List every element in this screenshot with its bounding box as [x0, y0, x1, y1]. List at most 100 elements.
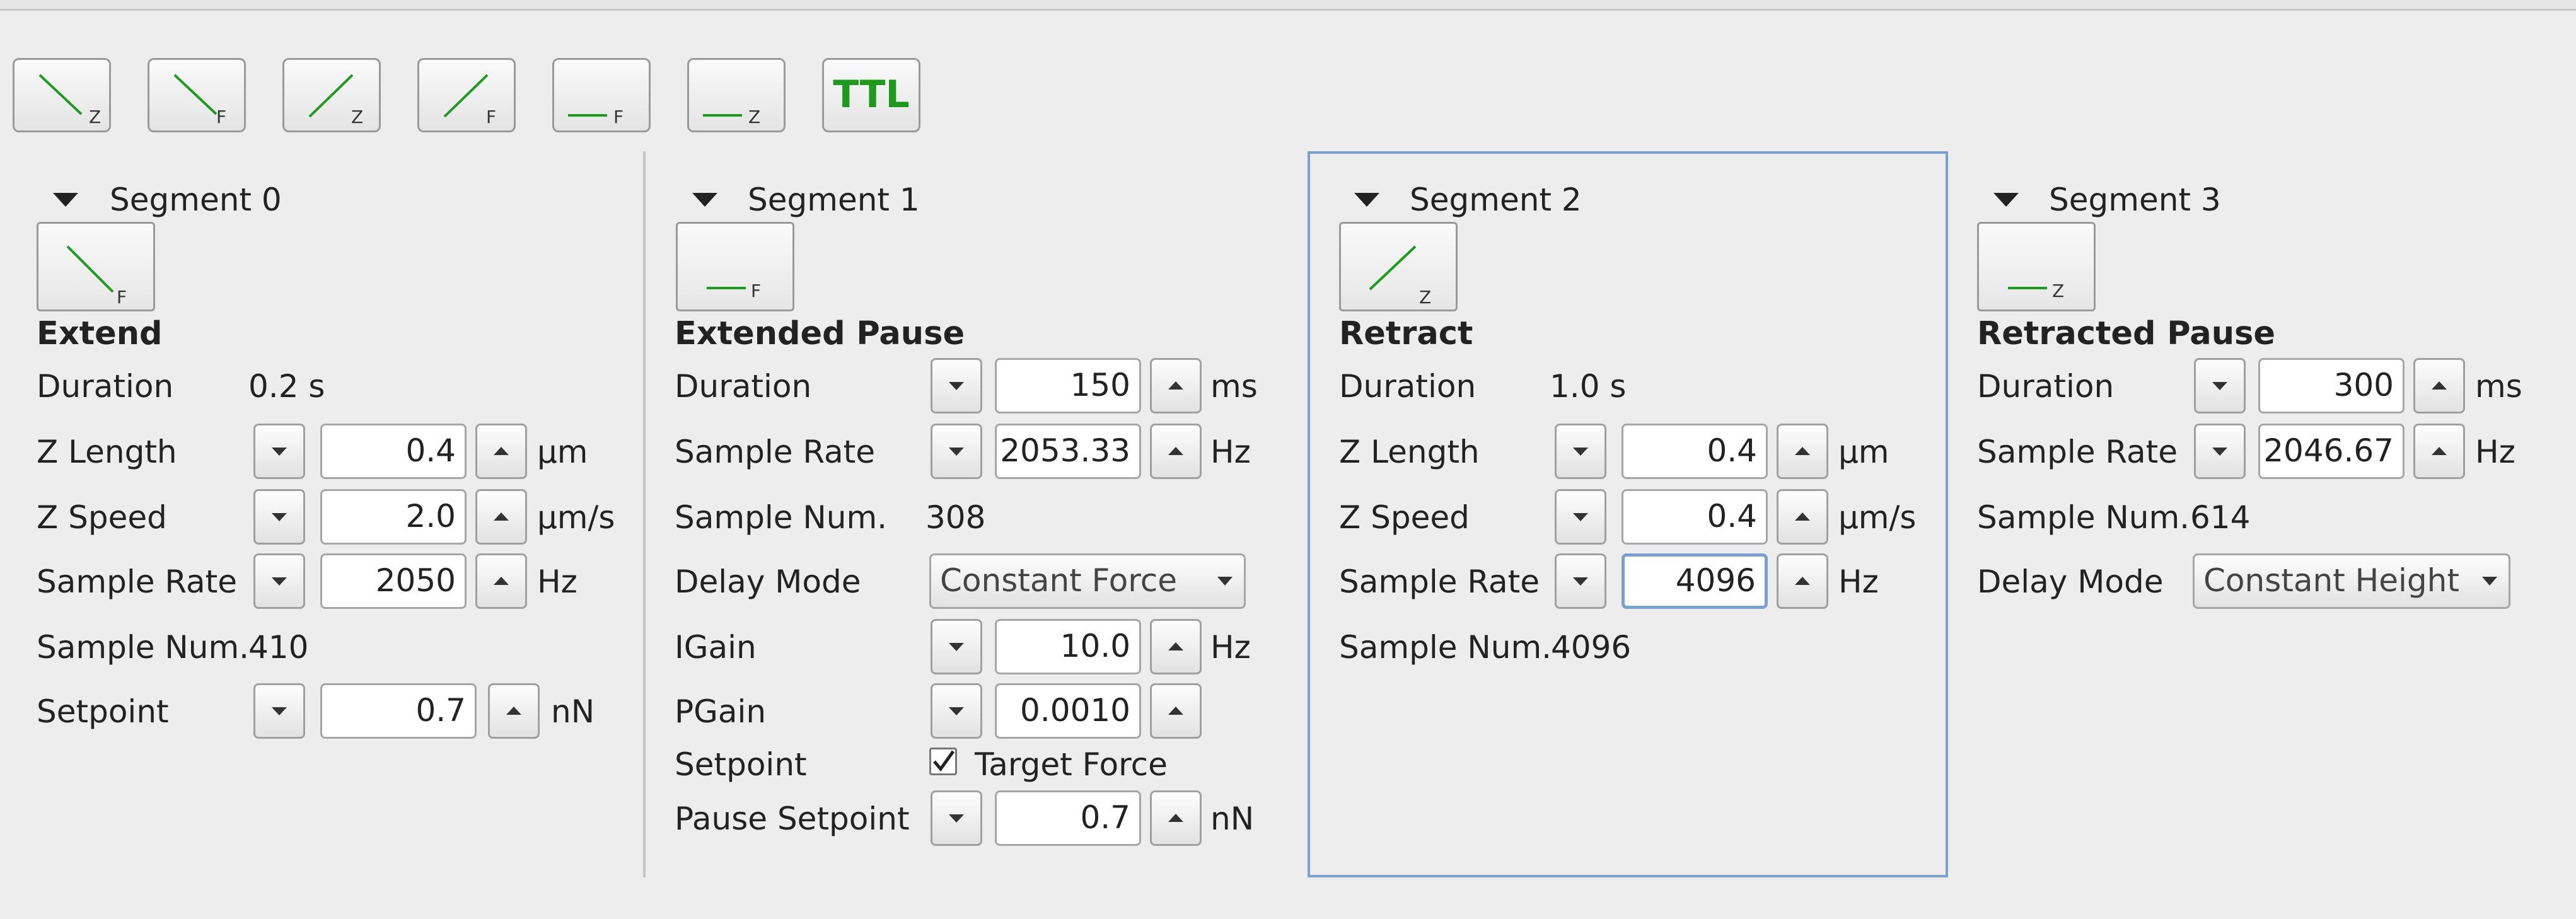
- sample-rate-label: Sample Rate: [1977, 434, 2178, 470]
- pgain-increment-button[interactable]: [1150, 683, 1202, 739]
- segment-header[interactable]: Segment 1: [748, 182, 920, 218]
- z-speed-decrement-button[interactable]: [253, 489, 305, 545]
- sample-rate-input[interactable]: 2053.33: [995, 424, 1141, 479]
- sample-num-value: 410: [248, 629, 309, 666]
- delay-mode-value: Constant Force: [940, 562, 1177, 599]
- segment-type-button[interactable]: Z: [1339, 222, 1458, 311]
- sample-rate-increment-button[interactable]: [2413, 424, 2465, 479]
- window-top-border: [0, 0, 2576, 11]
- duration-decrement-button[interactable]: [2194, 358, 2246, 413]
- sample-rate-decrement-button[interactable]: [2194, 424, 2246, 479]
- sample-rate-decrement-button[interactable]: [1555, 553, 1606, 609]
- z-length-increment-button[interactable]: [475, 424, 527, 479]
- delay-mode-select[interactable]: Constant Force: [929, 553, 1246, 609]
- segment-type-button[interactable]: Z: [1977, 222, 2096, 311]
- ttl-button[interactable]: TTL: [822, 58, 920, 132]
- sample-rate-input[interactable]: 2050: [320, 553, 467, 609]
- setpoint-input[interactable]: 0.7: [320, 683, 477, 739]
- duration-unit: ms: [2475, 368, 2522, 405]
- pause-z-button[interactable]: Z: [687, 58, 786, 132]
- igain-decrement-button[interactable]: [931, 619, 982, 674]
- target-force-checkbox[interactable]: [929, 748, 957, 775]
- pause-f-icon: F: [568, 107, 624, 127]
- delay-mode-value: Constant Height: [2203, 562, 2459, 599]
- target-force-label[interactable]: Target Force: [975, 746, 1168, 783]
- pgain-label: PGain: [675, 693, 767, 730]
- pause-setpoint-decrement-button[interactable]: [931, 790, 982, 846]
- delay-mode-select[interactable]: Constant Height: [2193, 553, 2510, 609]
- z-length-input[interactable]: 0.4: [320, 424, 467, 479]
- chevron-down-icon: [1217, 577, 1233, 586]
- sample-rate-increment-button[interactable]: [475, 553, 527, 609]
- sample-rate-decrement-button[interactable]: [253, 553, 305, 609]
- duration-increment-button[interactable]: [2413, 358, 2465, 413]
- igain-input[interactable]: 10.0: [995, 619, 1141, 674]
- setpoint-label: Setpoint: [37, 693, 169, 730]
- pause-f-button[interactable]: F: [552, 58, 651, 132]
- z-speed-unit: µm/s: [537, 499, 615, 536]
- chevron-down-icon: [2482, 577, 2497, 586]
- duration-label: Duration: [1977, 368, 2115, 405]
- icon-letter: F: [486, 107, 496, 127]
- z-length-label: Z Length: [37, 434, 177, 470]
- segment-type-button[interactable]: F: [676, 222, 794, 311]
- collapse-arrow-icon[interactable]: [1354, 193, 1379, 207]
- z-length-label: Z Length: [1339, 434, 1480, 470]
- z-speed-increment-button[interactable]: [475, 489, 527, 545]
- duration-value: 1.0 s: [1550, 368, 1627, 405]
- duration-increment-button[interactable]: [1150, 358, 1202, 413]
- z-speed-label: Z Speed: [37, 499, 167, 536]
- pgain-input[interactable]: 0.0010: [995, 683, 1141, 739]
- extend-z-button[interactable]: Z: [13, 58, 111, 132]
- icon-letter: Z: [351, 107, 363, 127]
- collapse-arrow-icon[interactable]: [692, 193, 717, 207]
- sample-rate-increment-button[interactable]: [1777, 553, 1828, 609]
- sample-rate-label: Sample Rate: [675, 434, 876, 470]
- z-speed-decrement-button[interactable]: [1555, 489, 1606, 545]
- collapse-arrow-icon[interactable]: [53, 193, 78, 207]
- icon-letter: Z: [2052, 280, 2064, 301]
- z-speed-increment-button[interactable]: [1777, 489, 1828, 545]
- igain-increment-button[interactable]: [1150, 619, 1202, 674]
- z-length-decrement-button[interactable]: [253, 424, 305, 479]
- retract-f-button[interactable]: F: [417, 58, 516, 132]
- segment-header[interactable]: Segment 2: [1410, 182, 1582, 218]
- z-length-increment-button[interactable]: [1777, 424, 1828, 479]
- z-speed-input[interactable]: 2.0: [320, 489, 467, 545]
- collapse-arrow-icon[interactable]: [1993, 193, 2019, 207]
- sample-rate-label: Sample Rate: [37, 564, 238, 600]
- setpoint-decrement-button[interactable]: [253, 683, 305, 739]
- pause-setpoint-increment-button[interactable]: [1150, 790, 1202, 846]
- duration-input[interactable]: 300: [2258, 358, 2405, 413]
- duration-input[interactable]: 150: [995, 358, 1141, 413]
- sample-rate-input[interactable]: 2046.67: [2258, 424, 2405, 479]
- sample-rate-increment-button[interactable]: [1150, 424, 1202, 479]
- pause-z-icon: Z: [2008, 280, 2064, 301]
- segment-header[interactable]: Segment 0: [110, 182, 282, 218]
- icon-letter: F: [613, 107, 624, 127]
- sample-num-label: Sample Num.: [1977, 499, 2190, 536]
- z-speed-input[interactable]: 0.4: [1622, 489, 1768, 545]
- setpoint-label: Setpoint: [675, 746, 807, 783]
- delay-mode-label: Delay Mode: [675, 564, 861, 600]
- pgain-decrement-button[interactable]: [931, 683, 982, 739]
- pause-setpoint-input[interactable]: 0.7: [995, 790, 1141, 846]
- z-speed-label: Z Speed: [1339, 499, 1470, 536]
- segment-header[interactable]: Segment 3: [2049, 182, 2221, 218]
- segment-type-button[interactable]: F: [37, 222, 155, 311]
- sample-rate-input[interactable]: 4096: [1622, 553, 1768, 609]
- icon-letter: Z: [1419, 287, 1431, 308]
- sample-rate-label: Sample Rate: [1339, 564, 1540, 600]
- pause-setpoint-label: Pause Setpoint: [675, 801, 910, 837]
- duration-decrement-button[interactable]: [931, 358, 982, 413]
- duration-unit: ms: [1210, 368, 1258, 405]
- z-length-input[interactable]: 0.4: [1622, 424, 1768, 479]
- extend-f-icon: F: [66, 245, 127, 308]
- z-length-decrement-button[interactable]: [1555, 424, 1606, 479]
- setpoint-increment-button[interactable]: [488, 683, 540, 739]
- extend-f-button[interactable]: F: [148, 58, 246, 132]
- retract-z-button[interactable]: Z: [282, 58, 381, 132]
- ttl-label: TTL: [833, 72, 910, 117]
- sample-rate-decrement-button[interactable]: [931, 424, 982, 479]
- sample-num-label: Sample Num.: [675, 499, 888, 536]
